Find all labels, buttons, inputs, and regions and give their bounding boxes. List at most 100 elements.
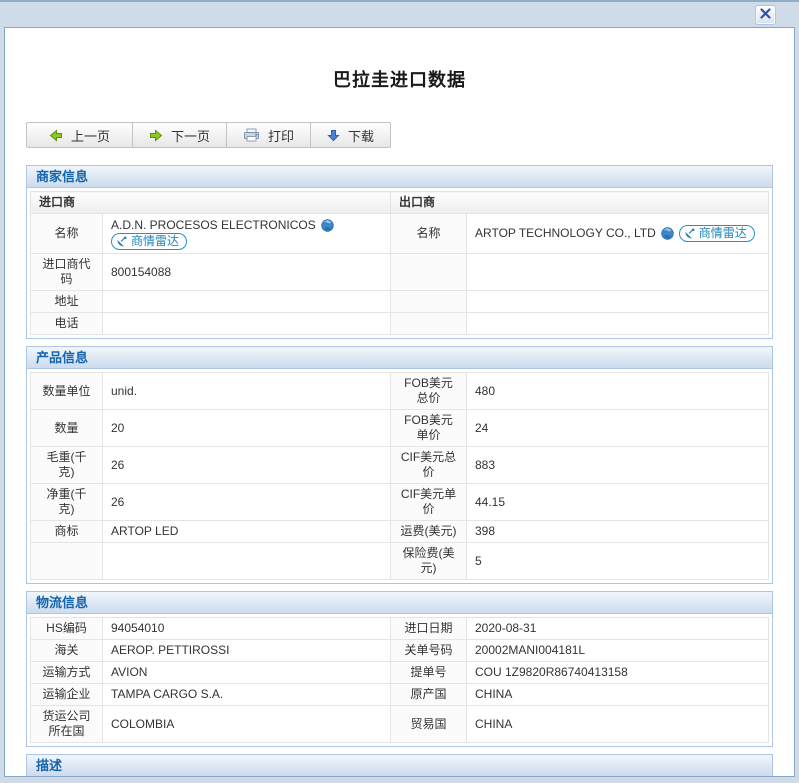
field-value: AEROP. PETTIROSSI bbox=[103, 640, 391, 662]
importer-name: A.D.N. PROCESOS ELECTRONICOS bbox=[111, 218, 316, 233]
field-label: CIF美元单价 bbox=[391, 484, 467, 521]
section-merchant-info: 商家信息 进口商 出口商 名称 A.D.N. PROCESOS ELECTRON… bbox=[26, 165, 773, 339]
field-value: 20002MANI004181L bbox=[467, 640, 769, 662]
field-value: 24 bbox=[467, 410, 769, 447]
field-value: 94054010 bbox=[103, 618, 391, 640]
importer-column-header: 进口商 bbox=[31, 192, 391, 214]
globe-icon[interactable] bbox=[321, 219, 334, 232]
field-value: unid. bbox=[103, 373, 391, 410]
field-value: 398 bbox=[467, 521, 769, 543]
field-value bbox=[103, 543, 391, 580]
field-value: 800154088 bbox=[103, 254, 391, 291]
field-label: 海关 bbox=[31, 640, 103, 662]
section-logistics-info: 物流信息 HS编码 94054010 进口日期 2020-08-31 海关 AE… bbox=[26, 591, 773, 747]
field-label: 关单号码 bbox=[391, 640, 467, 662]
field-label bbox=[391, 313, 467, 335]
field-value bbox=[103, 291, 391, 313]
table-row: 进口商 出口商 bbox=[31, 192, 769, 214]
table-row: 数量单位 unid. FOB美元总价 480 bbox=[31, 373, 769, 410]
table-row: 毛重(千克) 26 CIF美元总价 883 bbox=[31, 447, 769, 484]
field-label: 地址 bbox=[31, 291, 103, 313]
download-button[interactable]: 下载 bbox=[310, 122, 391, 148]
section-description-title: 描述 bbox=[27, 755, 772, 777]
exporter-name-cell: ARTOP TECHNOLOGY CO., LTD 商情雷达 bbox=[467, 214, 769, 254]
field-label: 贸易国 bbox=[391, 706, 467, 743]
field-value bbox=[467, 291, 769, 313]
dialog-frame-top bbox=[0, 0, 799, 2]
download-label: 下载 bbox=[348, 126, 374, 145]
printer-icon bbox=[243, 128, 260, 142]
next-page-label: 下一页 bbox=[171, 126, 210, 145]
field-value: 480 bbox=[467, 373, 769, 410]
dialog-content: 巴拉圭进口数据 上一页 下一页 打印 bbox=[4, 27, 795, 777]
field-label: 名称 bbox=[391, 214, 467, 254]
importer-name-cell: A.D.N. PROCESOS ELECTRONICOS 商情雷达 bbox=[103, 214, 391, 254]
table-row: 保险费(美元) 5 bbox=[31, 543, 769, 580]
toolbar: 上一页 下一页 打印 下载 bbox=[26, 122, 391, 148]
field-value: 26 bbox=[103, 447, 391, 484]
field-label: FOB美元单价 bbox=[391, 410, 467, 447]
close-icon bbox=[760, 6, 771, 24]
field-label: HS编码 bbox=[31, 618, 103, 640]
exporter-name: ARTOP TECHNOLOGY CO., LTD bbox=[475, 226, 656, 241]
table-row: 海关 AEROP. PETTIROSSI 关单号码 20002MANI00418… bbox=[31, 640, 769, 662]
table-row: 进口商代码 800154088 bbox=[31, 254, 769, 291]
field-label: 毛重(千克) bbox=[31, 447, 103, 484]
field-value: COLOMBIA bbox=[103, 706, 391, 743]
logistics-table: HS编码 94054010 进口日期 2020-08-31 海关 AEROP. … bbox=[30, 617, 769, 743]
prev-page-button[interactable]: 上一页 bbox=[26, 122, 133, 148]
print-button[interactable]: 打印 bbox=[226, 122, 311, 148]
section-product-info: 产品信息 数量单位 unid. FOB美元总价 480 数量 20 FOB美元单… bbox=[26, 346, 773, 584]
table-row: 运输方式 AVION 提单号 COU 1Z9820R86740413158 bbox=[31, 662, 769, 684]
field-value: 26 bbox=[103, 484, 391, 521]
field-value: TAMPA CARGO S.A. bbox=[103, 684, 391, 706]
globe-icon[interactable] bbox=[661, 227, 674, 240]
field-label: CIF美元总价 bbox=[391, 447, 467, 484]
prev-page-label: 上一页 bbox=[71, 126, 110, 145]
print-label: 打印 bbox=[268, 126, 294, 145]
table-row: 电话 bbox=[31, 313, 769, 335]
field-label bbox=[391, 254, 467, 291]
business-radar-badge[interactable]: 商情雷达 bbox=[111, 233, 187, 250]
blue-down-arrow-icon bbox=[327, 129, 340, 142]
field-label: 运输方式 bbox=[31, 662, 103, 684]
radar-icon bbox=[684, 228, 696, 240]
merchant-table: 进口商 出口商 名称 A.D.N. PROCESOS ELECTRONICOS bbox=[30, 191, 769, 335]
field-value: 5 bbox=[467, 543, 769, 580]
field-label: 货运公司所在国 bbox=[31, 706, 103, 743]
field-label: 电话 bbox=[31, 313, 103, 335]
table-row: 运输企业 TAMPA CARGO S.A. 原产国 CHINA bbox=[31, 684, 769, 706]
field-label: 运费(美元) bbox=[391, 521, 467, 543]
green-right-arrow-icon bbox=[149, 129, 163, 142]
section-merchant-title: 商家信息 bbox=[27, 166, 772, 188]
next-page-button[interactable]: 下一页 bbox=[132, 122, 227, 148]
field-label: 提单号 bbox=[391, 662, 467, 684]
radar-label: 商情雷达 bbox=[699, 226, 747, 241]
field-value: 883 bbox=[467, 447, 769, 484]
field-label: 进口日期 bbox=[391, 618, 467, 640]
exporter-column-header: 出口商 bbox=[391, 192, 769, 214]
field-value bbox=[103, 313, 391, 335]
field-value: 44.15 bbox=[467, 484, 769, 521]
table-row: 货运公司所在国 COLOMBIA 贸易国 CHINA bbox=[31, 706, 769, 743]
close-button[interactable] bbox=[755, 5, 776, 25]
field-label: 数量 bbox=[31, 410, 103, 447]
field-value bbox=[467, 313, 769, 335]
field-label bbox=[31, 543, 103, 580]
section-product-title: 产品信息 bbox=[27, 347, 772, 369]
field-label: FOB美元总价 bbox=[391, 373, 467, 410]
field-value: ARTOP LED bbox=[103, 521, 391, 543]
business-radar-badge[interactable]: 商情雷达 bbox=[679, 225, 755, 242]
radar-label: 商情雷达 bbox=[131, 234, 179, 249]
field-value bbox=[467, 254, 769, 291]
field-label: 名称 bbox=[31, 214, 103, 254]
table-row: 商标 ARTOP LED 运费(美元) 398 bbox=[31, 521, 769, 543]
field-value: COU 1Z9820R86740413158 bbox=[467, 662, 769, 684]
field-label: 运输企业 bbox=[31, 684, 103, 706]
section-logistics-title: 物流信息 bbox=[27, 592, 772, 614]
field-value: AVION bbox=[103, 662, 391, 684]
field-label bbox=[391, 291, 467, 313]
field-label: 净重(千克) bbox=[31, 484, 103, 521]
table-row: 数量 20 FOB美元单价 24 bbox=[31, 410, 769, 447]
field-label: 原产国 bbox=[391, 684, 467, 706]
